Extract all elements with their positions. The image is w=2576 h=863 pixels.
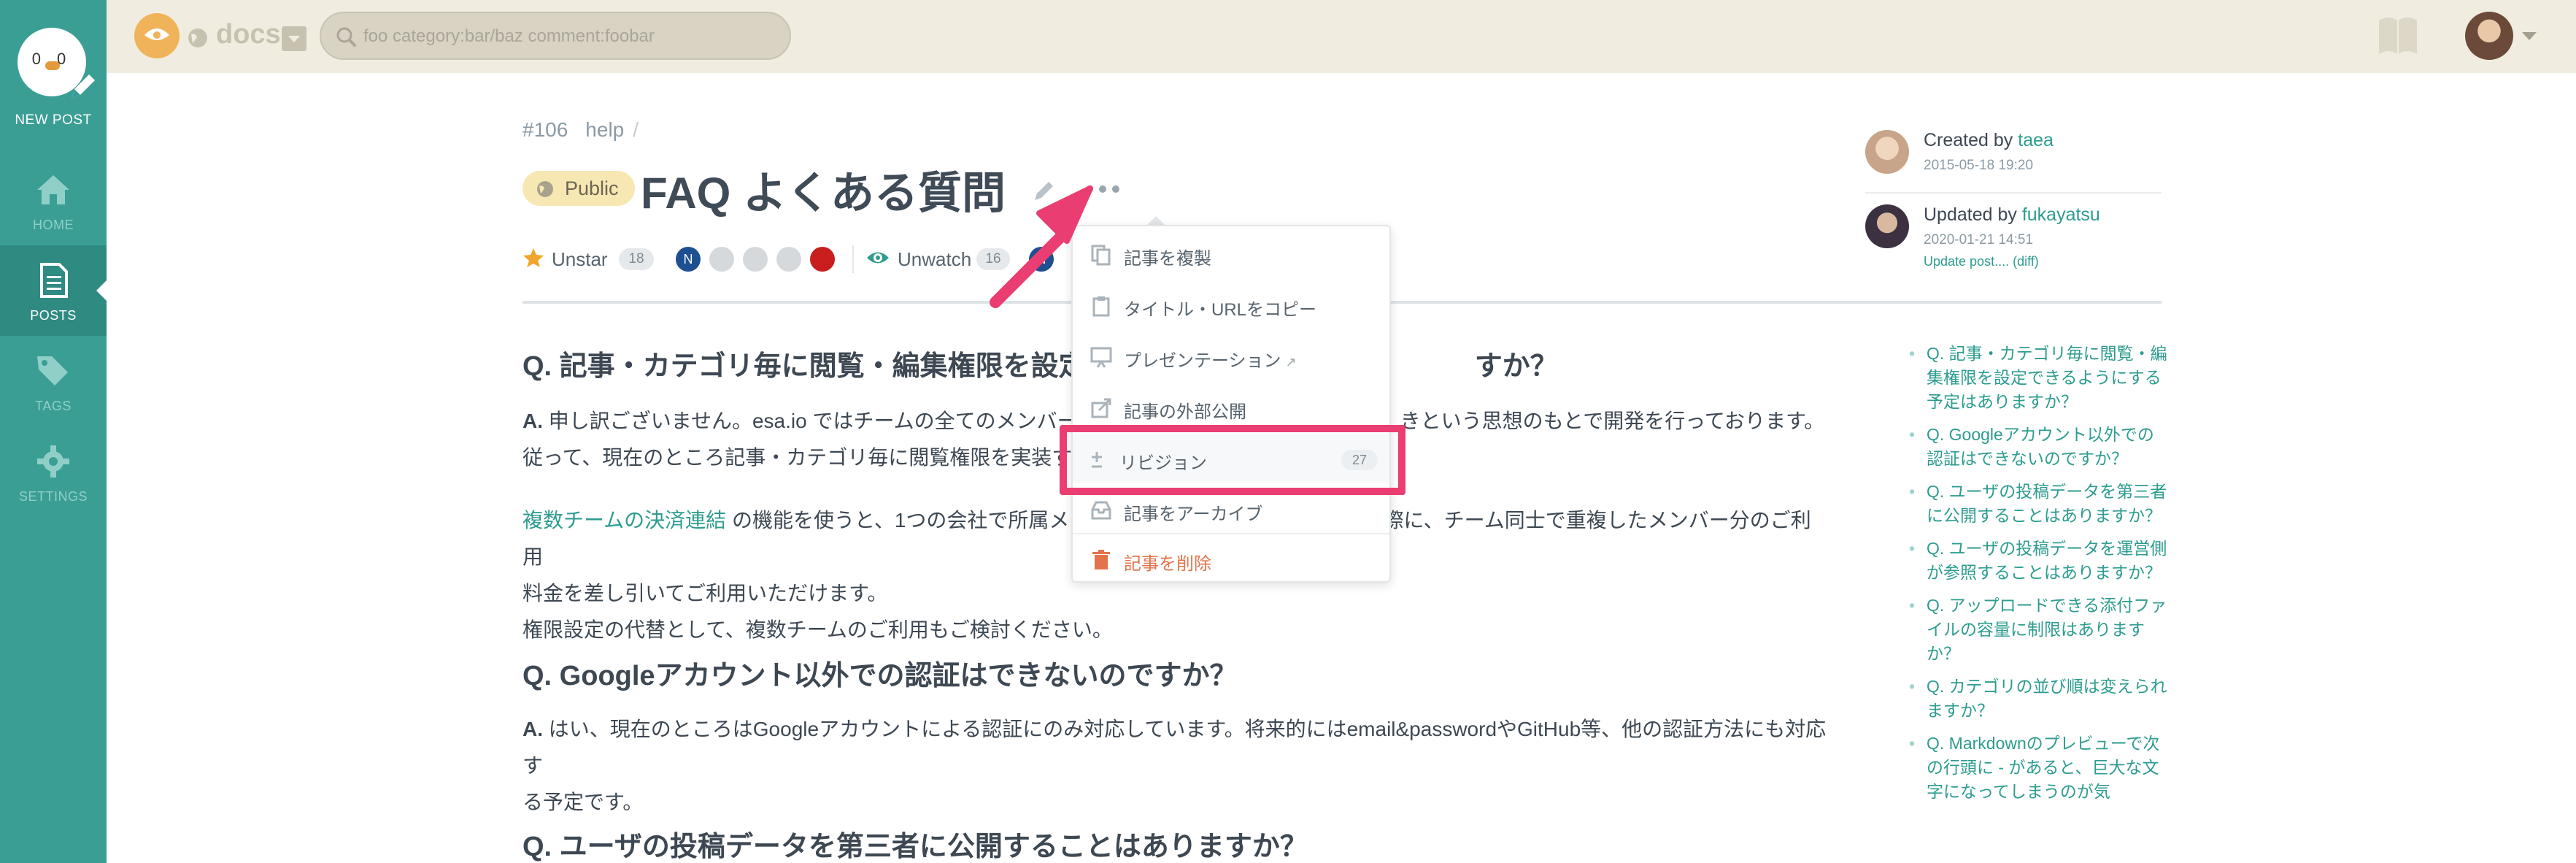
duplicate-post-item[interactable]: 記事を複製 — [1073, 229, 1389, 279]
copy-title-url-item[interactable]: タイトル・URLをコピー — [1073, 280, 1389, 330]
updater-avatar[interactable] — [1865, 204, 1909, 248]
table-of-contents: Q. 記事・カテゴリ毎に閲覧・編集権限を設定できるようにする予定はありますか？ … — [1909, 342, 2167, 813]
nav-settings[interactable]: SETTINGS — [0, 426, 107, 517]
updated-by: Updated by fukayatsu 2020-01-21 14:51 Up… — [1865, 204, 2162, 270]
nav-tags[interactable]: TAGS — [0, 336, 107, 426]
updater-link[interactable]: fukayatsu — [2022, 204, 2100, 225]
stargazer-avatar[interactable] — [743, 247, 768, 272]
home-icon — [37, 175, 69, 204]
star-icon — [523, 248, 544, 267]
faq-answer-2: A. はい、現在のところはGoogleアカウントによる認証にのみ対応しています。… — [522, 718, 1827, 813]
stargazer-avatar[interactable] — [709, 247, 734, 272]
toc-item[interactable]: Q. カテゴリの並び順は変えられますか？ — [1909, 675, 2167, 723]
star-count[interactable]: 18 — [619, 248, 654, 270]
user-menu-caret-icon[interactable] — [2522, 32, 2537, 40]
archive-icon — [1091, 501, 1111, 520]
toc-item[interactable]: Q. Markdownのプレビューで次の行頭に - があると、巨大な文字になって… — [1909, 732, 2167, 804]
search-icon — [336, 27, 356, 47]
team-switcher-caret-icon[interactable] — [282, 26, 306, 51]
nav-settings-label: SETTINGS — [18, 489, 88, 504]
topbar: docs — [107, 0, 2576, 73]
breadcrumb: #106 help / — [522, 118, 639, 142]
sidebar: 0 0 NEW POST HOME POSTS TAGS SETTINGS — [0, 0, 107, 863]
posts-icon — [40, 263, 68, 298]
post-number: #106 — [522, 118, 568, 141]
created-at: 2015-05-18 19:20 — [1924, 158, 2034, 173]
unwatch-button[interactable]: Unwatch — [865, 242, 990, 275]
globe-icon — [537, 181, 553, 197]
post-options-dropdown: 記事を複製 タイトル・URLをコピー プレゼンテーション ↗ 記事の外部公開 リビ… — [1071, 225, 1391, 583]
user-avatar[interactable] — [2465, 12, 2513, 60]
search-input[interactable] — [363, 22, 772, 51]
stargazer-avatar[interactable]: N — [676, 247, 701, 272]
breadcrumb-category[interactable]: help — [585, 118, 624, 141]
notifications-icon[interactable] — [2375, 12, 2421, 58]
tags-icon — [37, 356, 68, 386]
toc-item[interactable]: Q. ユーザの投稿データを第三者に公開することはありますか？ — [1909, 480, 2167, 528]
eye-icon — [867, 252, 889, 264]
new-post-label: NEW POST — [15, 112, 92, 128]
nav-posts[interactable]: POSTS — [0, 245, 107, 336]
pencil-icon — [72, 74, 95, 98]
presentation-item[interactable]: プレゼンテーション ↗ — [1073, 331, 1389, 381]
toc-item[interactable]: Q. 記事・カテゴリ毎に閲覧・編集権限を設定できるようにする予定はありますか？ — [1909, 342, 2167, 414]
toc-item[interactable]: Q. アップロードできる添付ファイルの容量に制限はありますか？ — [1909, 594, 2167, 666]
trash-icon — [1092, 550, 1110, 569]
external-link-icon: ↗ — [1285, 355, 1297, 369]
visibility-label: Public — [565, 177, 619, 199]
stargazer-avatar[interactable] — [776, 247, 801, 272]
revision-highlight — [1060, 425, 1405, 495]
creator-avatar[interactable] — [1865, 130, 1909, 174]
globe-icon — [188, 28, 207, 47]
team-logo[interactable] — [134, 13, 180, 58]
toc-item[interactable]: Q. Googleアカウント以外での認証はできないのですか？ — [1909, 423, 2167, 471]
faq-heading-3: Q. ユーザの投稿データを第三者に公開することはありますか？ — [522, 832, 1308, 862]
presentation-icon — [1090, 347, 1112, 368]
created-by: Created by taea 2015-05-18 19:20 — [1865, 130, 2162, 181]
faq-heading-2: Q. Googleアカウント以外での認証はできないのですか？ — [522, 661, 1238, 691]
unwatch-label: Unwatch — [898, 248, 972, 270]
update-diff-link[interactable]: Update post.... (diff) — [1924, 254, 2039, 269]
nav-tags-label: TAGS — [35, 399, 72, 413]
annotation-arrow-icon — [990, 185, 1093, 308]
nav-home[interactable]: HOME — [0, 155, 107, 245]
new-post-button[interactable]: 0 0 NEW POST — [0, 0, 107, 145]
nav-home-label: HOME — [33, 218, 74, 232]
stargazer-avatar[interactable] — [810, 247, 835, 272]
faq-heading-1: Q. 記事・カテゴリ毎に閲覧・編集権限を設定でき すか？ — [522, 351, 1558, 382]
team-name[interactable]: docs — [216, 19, 281, 50]
author-divider — [1865, 192, 2162, 193]
page-title: FAQ よくある質問 — [641, 169, 1006, 218]
creator-link[interactable]: taea — [2018, 130, 2054, 150]
breadcrumb-separator: / — [633, 118, 639, 141]
team-bird-icon — [144, 28, 169, 40]
updated-at: 2020-01-21 14:51 — [1924, 232, 2034, 248]
nav-posts-label: POSTS — [30, 308, 77, 323]
unstar-label: Unstar — [552, 248, 608, 270]
multi-team-billing-link[interactable]: 複数チームの決済連結 — [522, 509, 726, 532]
share-icon — [1091, 398, 1111, 418]
visibility-badge: Public — [522, 171, 635, 206]
delete-post-item[interactable]: 記事を削除 — [1073, 534, 1389, 584]
settings-icon — [37, 445, 69, 477]
toc-item[interactable]: Q. ユーザの投稿データを運営側が参照することはありますか？ — [1909, 537, 2167, 585]
search-box[interactable] — [320, 12, 791, 60]
